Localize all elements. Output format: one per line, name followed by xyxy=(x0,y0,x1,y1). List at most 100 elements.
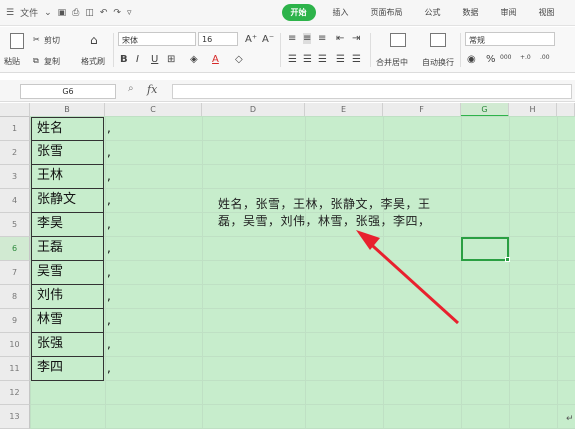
cell-b2[interactable]: 张雪 xyxy=(31,141,104,165)
shrink-font-button[interactable]: A⁻ xyxy=(262,34,274,45)
row-header[interactable]: 2 xyxy=(0,141,30,165)
tab-insert[interactable]: 插入 xyxy=(322,7,360,18)
cell-c5[interactable]: , xyxy=(107,217,111,231)
cell-b9[interactable]: 林雪 xyxy=(31,309,104,333)
align-left-icon[interactable]: ☰ xyxy=(288,54,297,65)
cell-c7[interactable]: , xyxy=(107,265,111,279)
cell-b8[interactable]: 刘伟 xyxy=(31,285,104,309)
indent-increase-icon[interactable]: ⇥ xyxy=(352,33,360,44)
row-header[interactable]: 5 xyxy=(0,213,30,237)
bold-icon[interactable]: B xyxy=(120,54,128,65)
percent-button[interactable]: % xyxy=(486,54,496,65)
indent-decrease-icon[interactable]: ⇤ xyxy=(336,33,344,44)
cell-b7[interactable]: 吴雪 xyxy=(31,261,104,285)
cell-b11[interactable]: 李四 xyxy=(31,357,104,381)
border-icon[interactable]: ⊞ xyxy=(167,54,175,65)
select-all-corner[interactable] xyxy=(0,103,30,117)
row-header[interactable]: 3 xyxy=(0,165,30,189)
row-header[interactable]: 8 xyxy=(0,285,30,309)
tab-formulas[interactable]: 公式 xyxy=(414,7,452,18)
align-top-icon[interactable]: ≡ xyxy=(288,33,296,44)
cell-c4[interactable]: , xyxy=(107,193,111,207)
align-right-icon[interactable]: ☰ xyxy=(318,54,327,65)
cell-c3[interactable]: , xyxy=(107,169,111,183)
format-painter-button[interactable]: 格式刷 xyxy=(81,56,105,67)
font-color-icon[interactable]: A xyxy=(212,54,219,65)
increase-decimal-button[interactable]: +.0 xyxy=(520,54,531,61)
column-header-d[interactable]: D xyxy=(202,103,305,117)
cell-c8[interactable]: , xyxy=(107,289,111,303)
align-bottom-icon[interactable]: ≡ xyxy=(318,33,326,44)
zoom-icon[interactable]: ⌕ xyxy=(128,83,134,94)
cell-c6[interactable]: , xyxy=(107,241,111,255)
merge-icon[interactable] xyxy=(390,33,406,47)
merge-center-button[interactable]: 合并居中 xyxy=(376,57,408,68)
column-header-h[interactable]: H xyxy=(509,103,557,117)
row-header[interactable]: 10 xyxy=(0,333,30,357)
fx-button[interactable]: fx xyxy=(147,83,157,96)
scissors-icon[interactable]: ✂ xyxy=(33,35,40,44)
thousands-button[interactable]: 000 xyxy=(500,54,511,61)
align-center-icon[interactable]: ☰ xyxy=(303,54,312,65)
column-header-f[interactable]: F xyxy=(383,103,461,117)
brush-icon[interactable]: ⌂ xyxy=(90,33,98,47)
tab-home[interactable]: 开始 xyxy=(281,4,316,21)
column-header-b[interactable]: B xyxy=(30,103,105,117)
row-header[interactable]: 4 xyxy=(0,189,30,213)
preview-icon[interactable]: ◫ xyxy=(85,8,94,18)
justify-icon[interactable]: ☰ xyxy=(336,54,345,65)
cell-b3[interactable]: 王林 xyxy=(31,165,104,189)
redo-icon[interactable]: ↷ xyxy=(113,8,121,18)
hamburger-icon[interactable]: ☰ xyxy=(6,8,14,18)
undo-icon[interactable]: ↶ xyxy=(100,8,108,18)
cell-c1[interactable]: , xyxy=(107,121,111,135)
row-header[interactable]: 11 xyxy=(0,357,30,381)
tab-page-layout[interactable]: 页面布局 xyxy=(360,7,414,18)
underline-icon[interactable]: U xyxy=(151,54,158,65)
copy-button[interactable]: 复制 xyxy=(44,56,60,67)
column-header-next[interactable] xyxy=(557,103,575,117)
copy-icon[interactable]: ⧉ xyxy=(33,56,39,66)
align-middle-icon[interactable]: ≡ xyxy=(303,33,312,44)
grow-font-button[interactable]: A⁺ xyxy=(245,34,257,45)
save-icon[interactable]: ▣ xyxy=(58,8,67,18)
print-icon[interactable]: ⎙ xyxy=(72,8,79,18)
cell-b5[interactable]: 李昊 xyxy=(31,213,104,237)
tab-review[interactable]: 审阅 xyxy=(490,7,528,18)
paste-icon[interactable] xyxy=(10,33,24,49)
wrap-icon[interactable] xyxy=(430,33,446,47)
column-header-e[interactable]: E xyxy=(305,103,383,117)
cell-b4[interactable]: 张静文 xyxy=(31,189,104,213)
clear-format-icon[interactable]: ◇ xyxy=(235,54,243,65)
paste-button[interactable]: 粘贴 xyxy=(4,56,20,67)
row-header[interactable]: 9 xyxy=(0,309,30,333)
tab-view[interactable]: 视图 xyxy=(528,7,566,18)
cell-c9[interactable]: , xyxy=(107,313,111,327)
decrease-decimal-button[interactable]: .00 xyxy=(540,54,550,61)
number-format-select[interactable]: 常规 xyxy=(465,32,555,46)
tab-data[interactable]: 数据 xyxy=(452,7,490,18)
row-header[interactable]: 7 xyxy=(0,261,30,285)
column-header-c[interactable]: C xyxy=(105,103,202,117)
distributed-icon[interactable]: ☰ xyxy=(352,54,361,65)
formula-input[interactable] xyxy=(172,84,572,99)
italic-icon[interactable]: I xyxy=(136,54,139,65)
row-header[interactable]: 1 xyxy=(0,117,30,141)
cell-b10[interactable]: 张强 xyxy=(31,333,104,357)
fill-handle[interactable] xyxy=(505,257,510,262)
cell-c2[interactable]: , xyxy=(107,145,111,159)
chevron-down-icon[interactable]: ⌄ xyxy=(44,8,52,18)
currency-icon[interactable]: ◉ xyxy=(467,54,476,65)
row-header[interactable]: 12 xyxy=(0,381,30,405)
row-header[interactable]: 13 xyxy=(0,405,30,429)
cut-button[interactable]: 剪切 xyxy=(44,35,60,46)
cell-c10[interactable]: , xyxy=(107,337,111,351)
cell-b1[interactable]: 姓名 xyxy=(31,117,104,141)
fill-color-icon[interactable]: ◈ xyxy=(190,54,198,65)
cell-b6[interactable]: 王磊 xyxy=(31,237,104,261)
font-size-select[interactable]: 16 xyxy=(198,32,238,46)
more-icon[interactable]: ▿ xyxy=(127,8,132,18)
file-menu[interactable]: 文件 xyxy=(20,6,38,19)
font-name-select[interactable]: 宋体 xyxy=(118,32,196,46)
column-header-g[interactable]: G xyxy=(461,103,509,117)
